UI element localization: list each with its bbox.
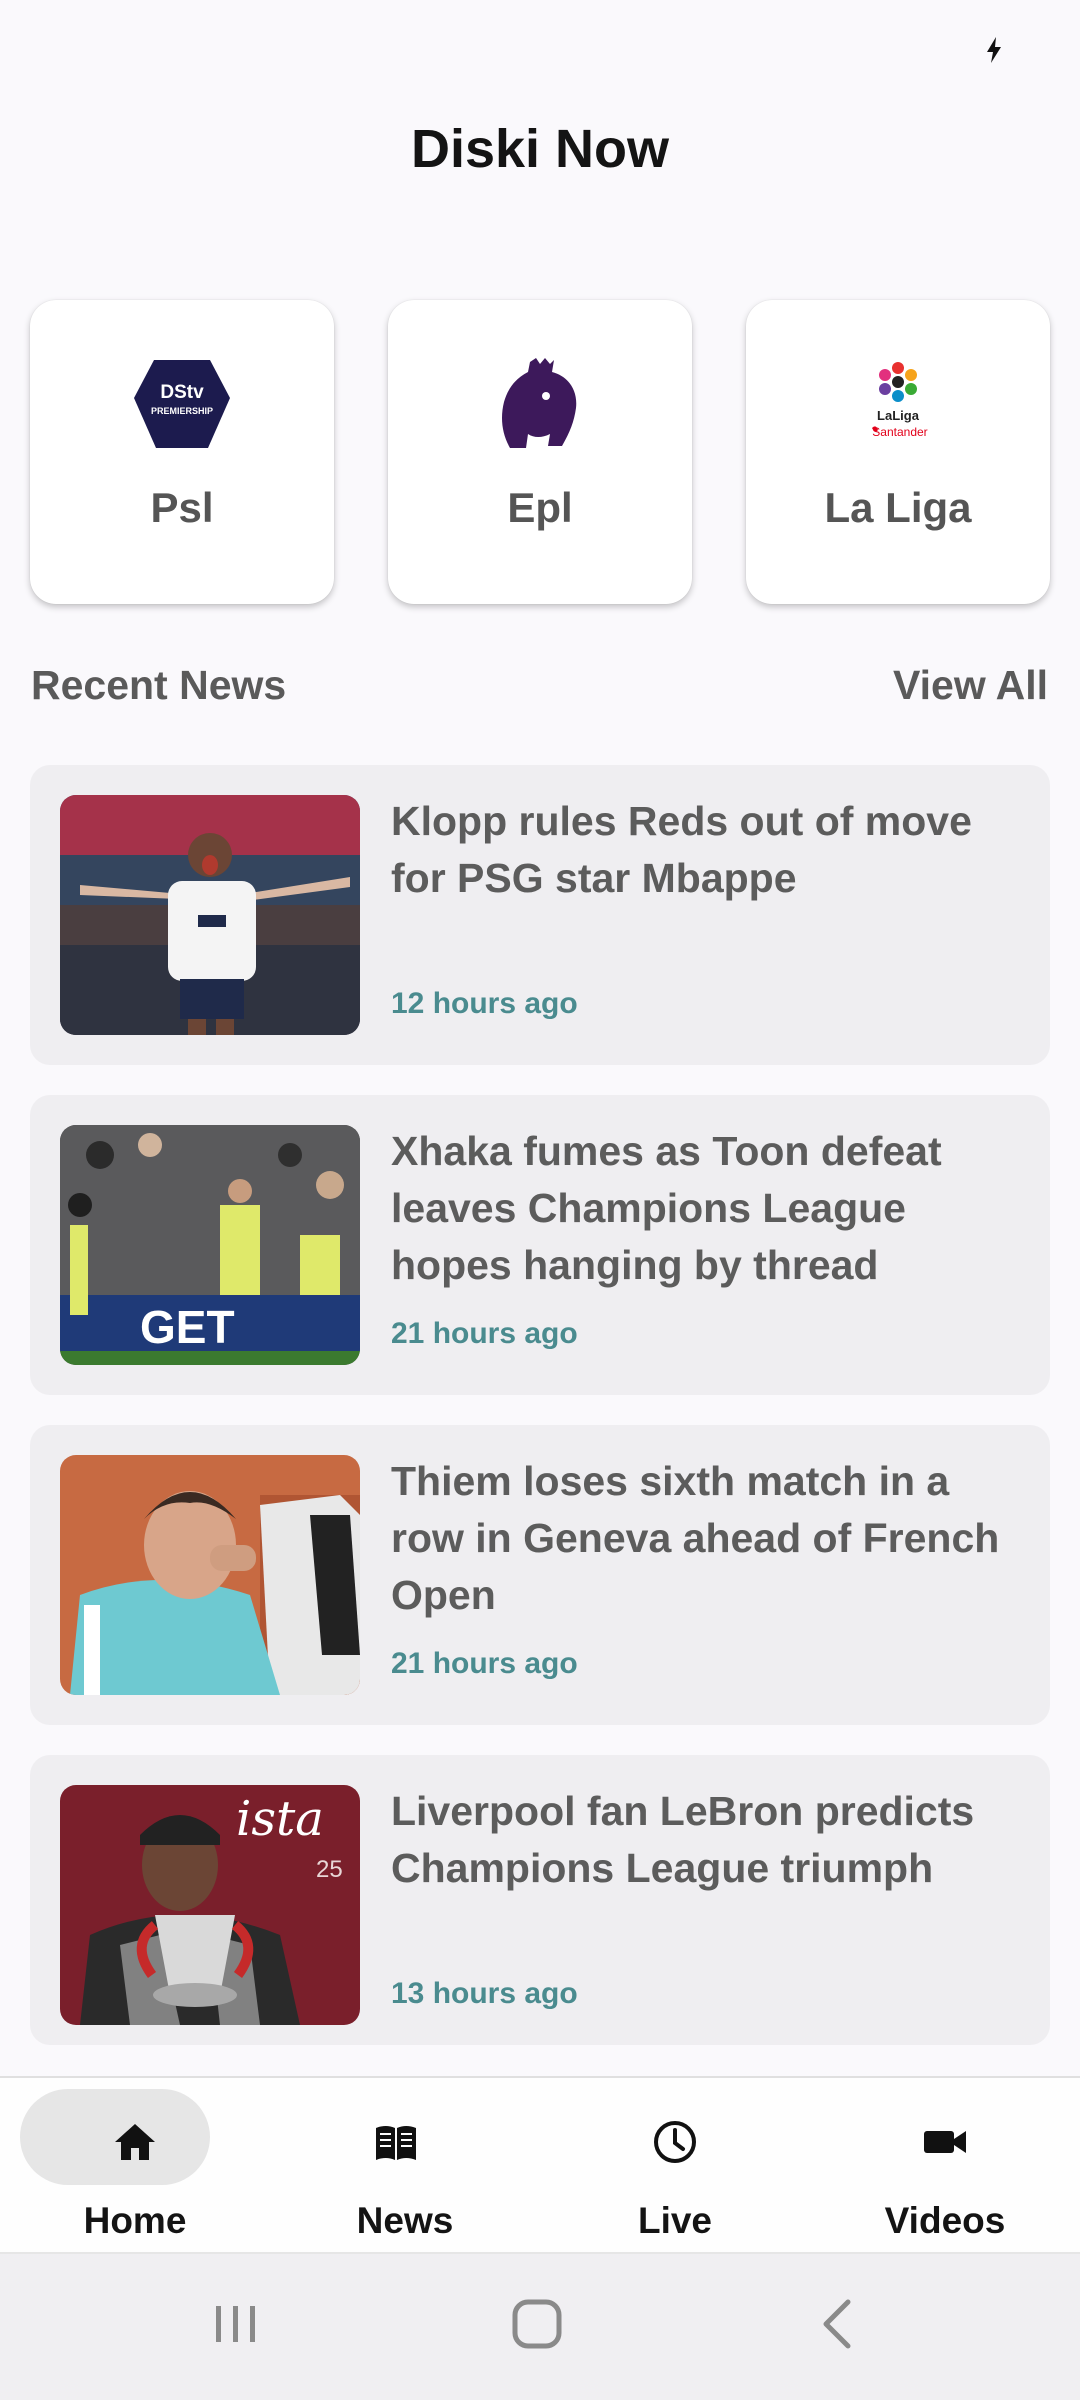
svg-text:25: 25 [316,1856,343,1883]
league-card-psl[interactable]: DStv PREMIERSHIP Psl [30,300,334,604]
nav-item-news[interactable]: News [270,2078,540,2256]
app-title: Diski Now [410,119,670,179]
news-headline: Klopp rules Reds out of move for PSG sta… [391,798,972,901]
news-timestamp: 12 hours ago [391,987,578,1020]
svg-text:DStv: DStv [160,382,204,403]
recents-icon[interactable] [206,2294,266,2354]
home-button-icon[interactable] [507,2294,567,2354]
nav-label: Home [83,2200,187,2241]
news-headline: Thiem loses sixth match in a row in Gene… [391,1458,1000,1618]
league-label: Epl [507,484,573,531]
league-card-epl[interactable]: Epl [388,300,692,604]
svg-text:PREMIERSHIP: PREMIERSHIP [151,406,213,416]
home-icon [115,2124,155,2160]
nav-item-home[interactable]: Home [0,2078,270,2256]
nav-label: Live [637,2200,713,2241]
news-thumbnail [60,795,360,1035]
news-thumbnail [60,1455,360,1695]
premier-league-lion-icon [502,358,577,448]
news-card[interactable]: Thiem loses sixth match in a row in Gene… [30,1425,1050,1725]
svg-text:GET: GET [140,1301,235,1353]
news-headline: Liverpool fan LeBron predicts Champions … [391,1788,975,1891]
clock-icon [654,2121,696,2163]
news-timestamp: 21 hours ago [391,1647,578,1680]
news-card[interactable]: GET Xhaka fumes as Toon defeat leaves Ch… [30,1095,1050,1395]
news-icon [376,2126,416,2160]
psl-logo-icon: DStv PREMIERSHIP [134,360,230,448]
news-thumbnail: ista 25 [60,1785,360,2025]
svg-text:LaLiga: LaLiga [877,408,920,423]
svg-text:Santander: Santander [872,425,927,439]
league-card-la-liga[interactable]: LaLiga Santander La Liga [746,300,1050,604]
news-card[interactable]: Klopp rules Reds out of move for PSG sta… [30,765,1050,1065]
view-all-link[interactable]: View All [893,662,1048,709]
status-bar [0,0,1080,90]
video-camera-icon [924,2131,966,2153]
nav-label: News [356,2200,454,2241]
svg-text:ista: ista [236,1791,324,1847]
news-headline: Xhaka fumes as Toon defeat leaves Champi… [391,1128,942,1288]
flash-icon [987,37,1001,63]
bottom-navigation: Home News Live Videos [0,2076,1080,2254]
system-navigation-bar [0,2254,1080,2400]
news-card[interactable]: ista 25 Liverpool fan LeBron predicts Ch… [30,1755,1050,2045]
news-timestamp: 21 hours ago [391,1317,578,1350]
news-thumbnail: GET [60,1125,360,1365]
league-label: Psl [150,484,214,531]
nav-item-live[interactable]: Live [540,2078,810,2256]
la-liga-logo-icon: LaLiga Santander [872,362,928,439]
nav-item-videos[interactable]: Videos [810,2078,1080,2256]
recent-news-title: Recent News [31,662,287,708]
nav-label: Videos [884,2200,1006,2241]
back-icon[interactable] [810,2294,870,2354]
league-label: La Liga [824,484,972,531]
news-timestamp: 13 hours ago [391,1977,578,2010]
